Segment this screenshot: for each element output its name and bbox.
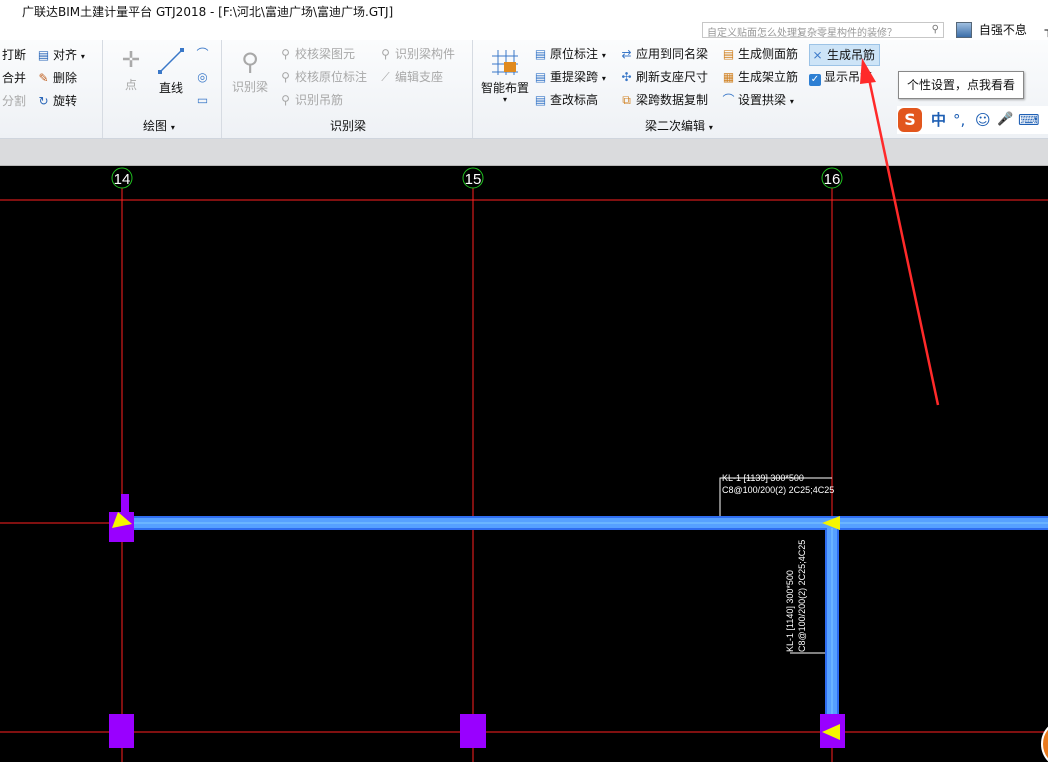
- origin-mark-button[interactable]: ▤ 原位标注 ▾: [533, 44, 606, 64]
- check-origin-mark-button[interactable]: ⚲ 校核原位标注: [278, 67, 367, 87]
- ime-lang-toggle[interactable]: 中: [931, 110, 946, 130]
- rotate-icon: ↻: [38, 94, 49, 108]
- ime-toolbar: S 中 °, ☺ 🎤 ⌨: [897, 106, 1048, 134]
- user-area[interactable]: 自强不息 ┐: [956, 21, 1048, 39]
- search-input[interactable]: 自定义贴面怎么处理复杂零星构件的装修？ ⚲: [702, 22, 944, 39]
- axis-bubble-14[interactable]: 14: [111, 167, 133, 189]
- smart-layout-button[interactable]: 智能布置 ▾: [477, 48, 533, 104]
- rect-button[interactable]: ▭: [195, 90, 212, 110]
- check-beam-element-button[interactable]: ⚲ 校核梁图元: [278, 44, 355, 64]
- window-title: 广联达BIM土建计量平台 GTJ2018 - [F:\河北\富迪广场\富迪广场.…: [22, 5, 394, 19]
- sogou-logo-icon[interactable]: S: [898, 108, 922, 132]
- apply-same-name-button[interactable]: ⇄ 应用到同名梁: [619, 44, 708, 64]
- set-arch-beam-button[interactable]: ⌒ 设置拱梁 ▾: [721, 90, 793, 110]
- axis-label-15: 15: [465, 171, 482, 188]
- column-14-b[interactable]: [109, 714, 134, 748]
- column-14-a-stub: [121, 494, 129, 514]
- axis-label-16: 16: [824, 171, 841, 188]
- rectangle-icon: ▭: [196, 93, 209, 107]
- arc-button[interactable]: ⌒: [195, 44, 212, 64]
- copy-icon: ⧉: [622, 93, 631, 107]
- gen-side-rebar-button[interactable]: ▤ 生成侧面筋: [721, 44, 798, 64]
- leader-line-h: [719, 477, 832, 516]
- beam-label-v-line2[interactable]: C8@100/200(2) 2C25;4C25: [797, 540, 807, 652]
- grid-layout-icon: [492, 50, 518, 75]
- search-icon[interactable]: ⚲: [932, 24, 939, 35]
- delete-button[interactable]: ✎ 删除: [36, 68, 77, 88]
- identify-beam-group-label: 识别梁: [330, 119, 367, 133]
- axis-bubble-15[interactable]: 15: [462, 167, 484, 189]
- emoji-icon[interactable]: ☺: [975, 110, 991, 130]
- align-button[interactable]: ▤ 对齐 ▾: [36, 45, 85, 65]
- copy-span-data-button[interactable]: ⧉ 梁跨数据复制: [619, 90, 708, 110]
- draw-group-label[interactable]: 绘图 ▾: [143, 117, 175, 134]
- point-icon: ✛: [121, 48, 141, 73]
- checkbox-checked-icon: ✓: [809, 74, 821, 86]
- axis-bubble-16[interactable]: 16: [821, 167, 843, 189]
- rotate-button[interactable]: ↻ 旋转: [36, 91, 77, 111]
- identify-beam-button[interactable]: ⚲ 识别梁: [230, 46, 270, 95]
- floating-assistant-icon[interactable]: [1041, 720, 1048, 762]
- check-elevation-button[interactable]: ▤ 查改标高: [533, 90, 598, 110]
- column-15-b[interactable]: [460, 714, 486, 748]
- break-button[interactable]: 打断: [2, 45, 26, 65]
- align-icon: ▤: [37, 48, 50, 62]
- point-button[interactable]: ✛ 点: [113, 46, 149, 93]
- funnel-icon: ⚲: [241, 48, 259, 76]
- gen-hanger-bar-button[interactable]: ⨯ 生成吊筋: [809, 44, 881, 66]
- eraser-icon: ✎: [38, 71, 49, 85]
- circle-icon: ◎: [197, 70, 208, 84]
- view-tab-strip: [0, 139, 1048, 166]
- beam-edit-group: 智能布置 ▾ ▤ 原位标注 ▾ ⇄ 应用到同名梁 ▤ 生成侧面筋 ⨯ 生成吊筋 ▤ 重提梁…: [473, 40, 893, 138]
- re-extract-span-button[interactable]: ▤ 重提梁跨 ▾: [533, 67, 606, 87]
- side-rebar-icon: ▤: [722, 47, 735, 61]
- ribbon: 打断 ▤ 对齐 ▾ 合并 ✎ 删除 分割 ↻ 旋转 ✛ 点 直线 ⌒ ◎ ▭ 绘图 ▾…: [0, 40, 1048, 139]
- elevation-icon: ▤: [534, 93, 547, 107]
- refresh-icon: ✣: [621, 70, 632, 84]
- keyboard-icon[interactable]: ⌨: [1018, 110, 1040, 130]
- modify-group: 打断 ▤ 对齐 ▾ 合并 ✎ 删除 分割 ↻ 旋转: [0, 40, 103, 138]
- origin-mark-icon: ▤: [534, 47, 547, 61]
- punctuation-icon[interactable]: °,: [953, 110, 965, 130]
- show-hanger-bar-checkbox[interactable]: ✓ 显示吊筋: [809, 67, 872, 87]
- user-name[interactable]: 自强不息: [979, 23, 1027, 37]
- arc-icon: ⌒: [196, 47, 209, 61]
- merge-button[interactable]: 合并: [2, 68, 26, 88]
- split-button[interactable]: 分割: [2, 91, 26, 111]
- tooltip: 个性设置，点我看看: [898, 71, 1024, 99]
- title-bar: 广联达BIM土建计量平台 GTJ2018 - [F:\河北\富迪广场\富迪广场.…: [0, 0, 1048, 40]
- draw-group: ✛ 点 直线 ⌒ ◎ ▭ 绘图 ▾: [103, 40, 222, 138]
- gen-erection-bar-button[interactable]: ▦ 生成架立筋: [721, 67, 798, 87]
- search-placeholder: 自定义贴面怎么处理复杂零星构件的装修？: [707, 28, 897, 39]
- arch-icon: ⌒: [722, 93, 735, 107]
- axis-label-14: 14: [114, 171, 131, 188]
- edit-support-button[interactable]: ⟋ 编辑支座: [378, 67, 443, 87]
- hanger-bar-icon: ⨯: [812, 48, 823, 62]
- beam-label-h-line1[interactable]: KL-1 [1139] 300*500: [722, 473, 804, 483]
- microphone-icon[interactable]: 🎤: [997, 110, 1013, 130]
- identify-hanger-button[interactable]: ⚲ 识别吊筋: [278, 90, 343, 110]
- line-button[interactable]: 直线: [153, 46, 189, 96]
- erection-bar-icon: ▦: [722, 70, 735, 84]
- beam-kl1-vertical[interactable]: [825, 528, 839, 740]
- identify-beam-member-button[interactable]: ⚲ 识别梁构件: [378, 44, 455, 64]
- circle-button[interactable]: ◎: [195, 67, 212, 87]
- beam-kl1-horizontal[interactable]: [126, 516, 1048, 530]
- avatar[interactable]: [956, 21, 972, 38]
- identify-beam-group: ⚲ 识别梁 ⚲ 校核梁图元 ⚲ 识别梁构件 ⚲ 校核原位标注 ⟋ 编辑支座 ⚲ 识别吊筋 …: [222, 40, 473, 138]
- drawing-canvas[interactable]: 14 15 16 KL-1 [1139] 300*500 C8@100/200(…: [0, 166, 1048, 762]
- beam-label-v-line1[interactable]: KL-1 [1140] 300*500: [785, 570, 795, 652]
- beam-edit-group-label[interactable]: 梁二次编辑 ▾: [645, 117, 713, 134]
- refresh-support-size-button[interactable]: ✣ 刷新支座尺寸: [619, 67, 708, 87]
- apply-icon: ⇄: [621, 47, 632, 61]
- cad-drawing[interactable]: 14 15 16 KL-1 [1139] 300*500 C8@100/200(…: [0, 166, 1048, 762]
- span-icon: ▤: [534, 70, 547, 84]
- beam-label-h-line2[interactable]: C8@100/200(2) 2C25;4C25: [722, 485, 834, 495]
- line-icon: [158, 48, 184, 74]
